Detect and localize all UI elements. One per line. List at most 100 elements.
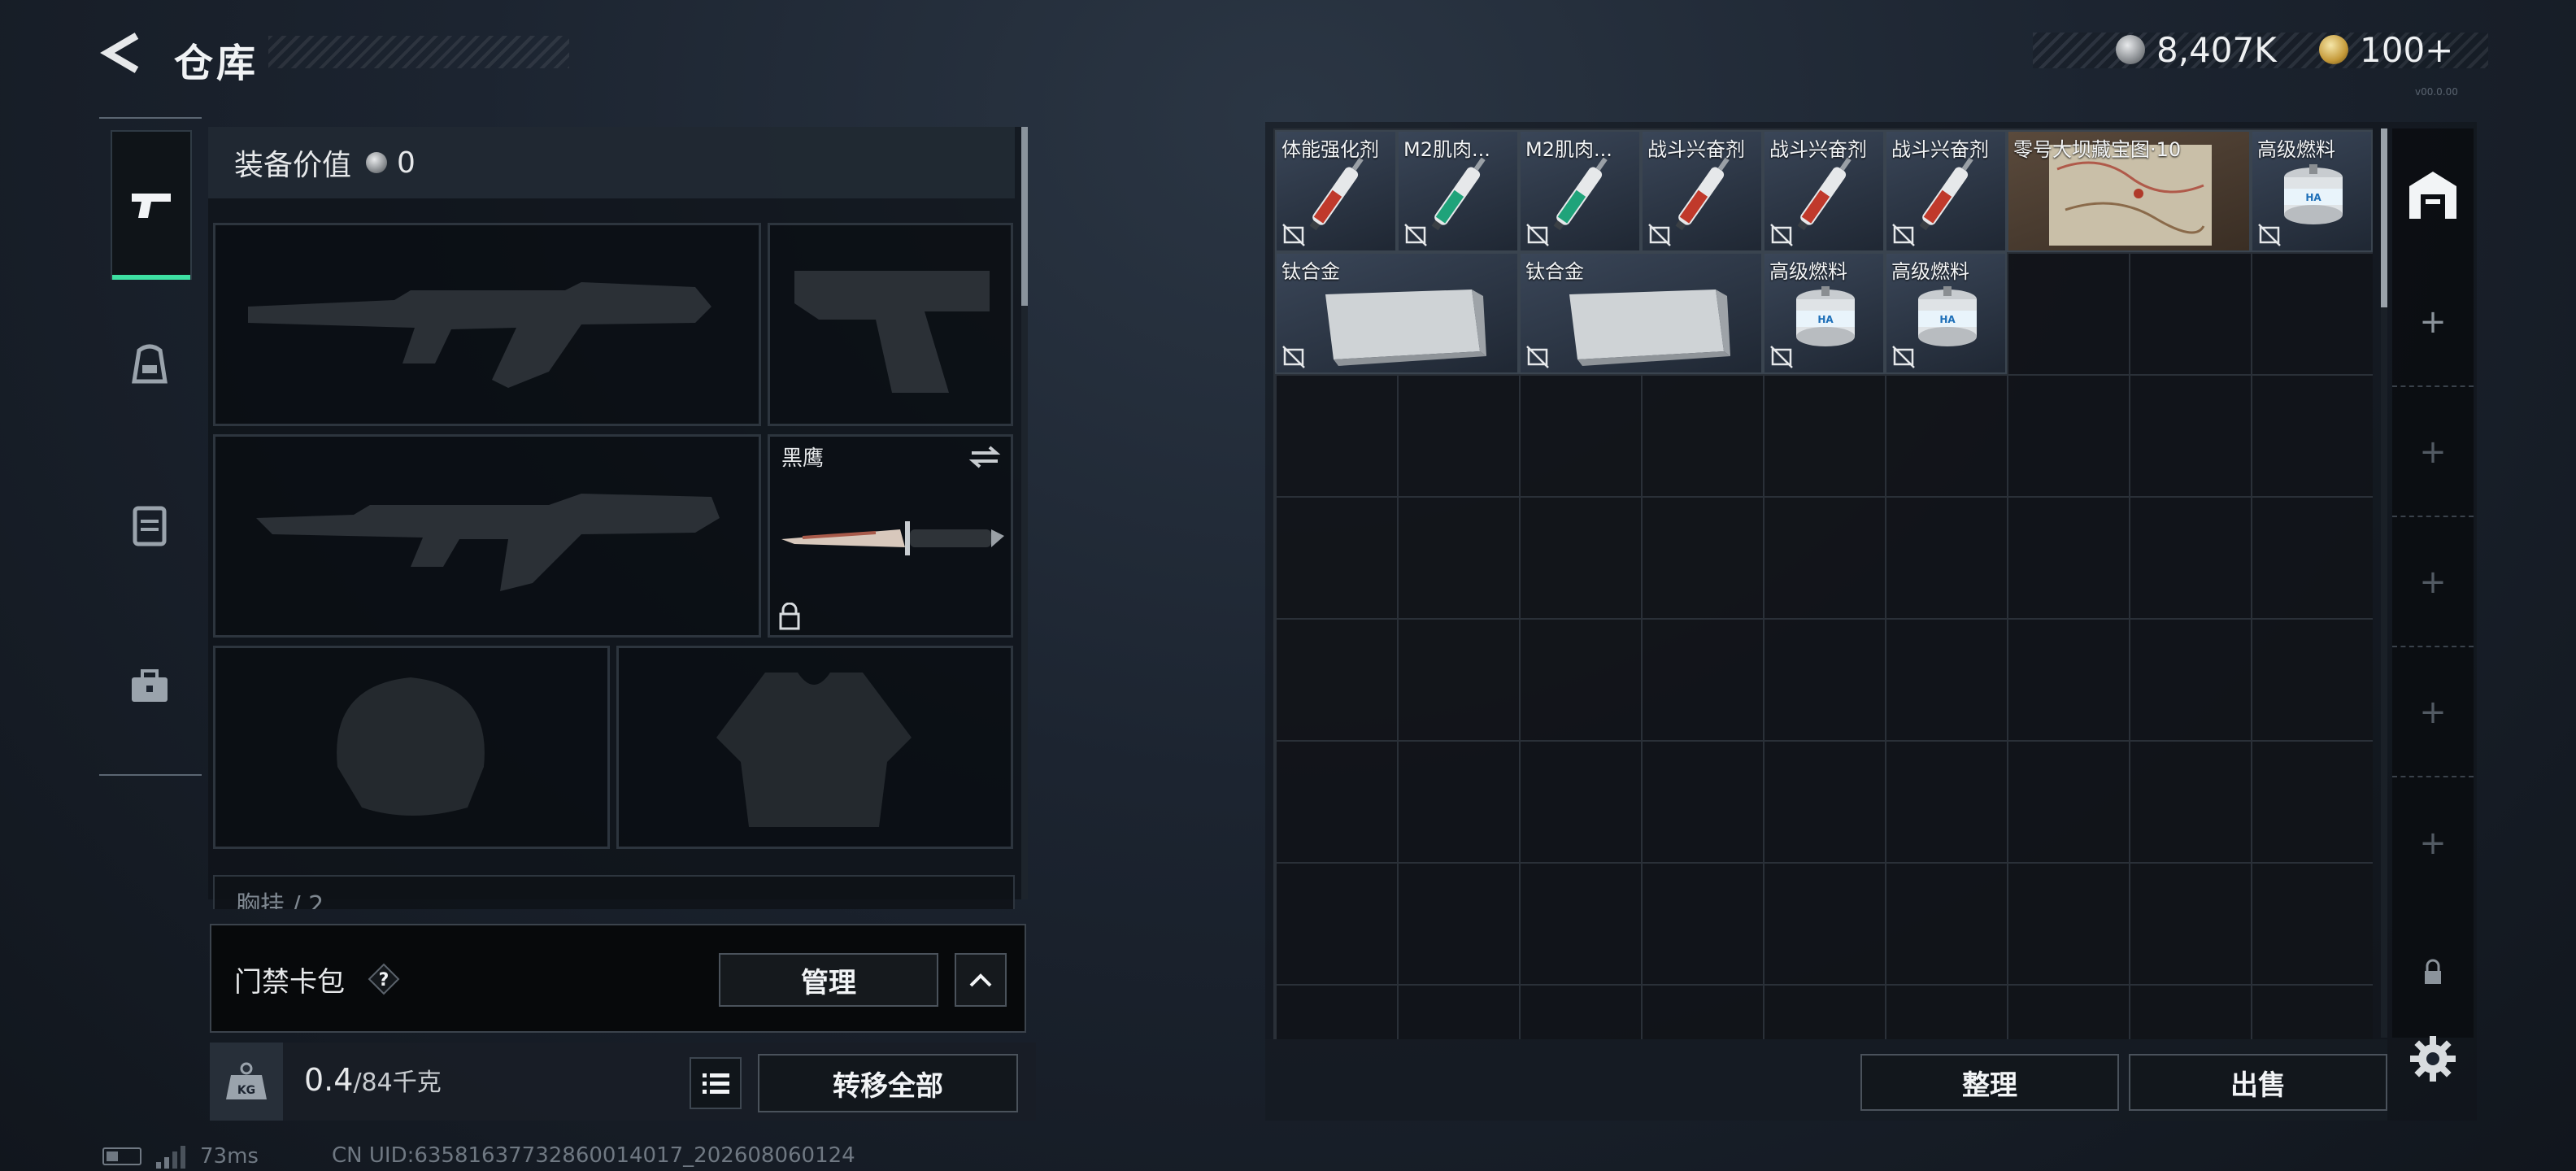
currency-gold-value: 100+ bbox=[2360, 29, 2454, 70]
uid-label: CN UID:63581637732860014017_202608060124 bbox=[332, 1143, 855, 1168]
sort-button[interactable]: 整理 bbox=[1860, 1054, 2119, 1111]
tab-backpack[interactable] bbox=[111, 291, 189, 437]
svg-text:HA: HA bbox=[1939, 314, 1956, 325]
item-name: 钛合金 bbox=[1281, 260, 1340, 283]
item-name: 战斗兴奋剂 bbox=[1891, 138, 1989, 161]
warehouse-item[interactable]: 钛合金 bbox=[1519, 252, 1763, 374]
warehouse-scroll-thumb[interactable] bbox=[2381, 128, 2387, 307]
gold-coin-icon bbox=[2319, 35, 2348, 64]
primary-weapon-slot-1[interactable] bbox=[213, 223, 761, 426]
non-tradable-icon bbox=[1282, 346, 1305, 368]
ping-label: 73ms bbox=[200, 1144, 259, 1169]
page-title: 仓库 bbox=[174, 41, 259, 86]
warehouse-item[interactable]: HA 高级燃料 bbox=[2251, 130, 2373, 252]
non-tradable-icon bbox=[1648, 224, 1671, 246]
collapse-button[interactable] bbox=[955, 953, 1007, 1007]
armor-silhouette-icon bbox=[716, 673, 912, 827]
non-tradable-icon bbox=[1770, 224, 1793, 246]
weight-max: /84千克 bbox=[353, 1069, 442, 1097]
item-name: M2肌肉... bbox=[1525, 138, 1612, 161]
warehouse-item[interactable]: M2肌肉... bbox=[1519, 130, 1641, 252]
currency-silver[interactable]: 8,407K bbox=[2116, 29, 2277, 70]
melee-item-name: 黑鹰 bbox=[781, 446, 825, 471]
warehouse-page-add-2[interactable]: + bbox=[2392, 389, 2474, 517]
knife-icon bbox=[781, 521, 1004, 555]
warehouse-page-add-3[interactable]: + bbox=[2392, 519, 2474, 647]
fuel-can-icon: HA bbox=[1796, 286, 1855, 346]
warehouse-home-icon bbox=[2409, 172, 2456, 219]
help-icon[interactable]: ? bbox=[368, 963, 400, 995]
warehouse-item[interactable]: HA 高级燃料 bbox=[1885, 252, 2007, 374]
warehouse-item[interactable]: 战斗兴奋剂 bbox=[1763, 130, 1885, 252]
status-bar: 73ms bbox=[102, 1142, 259, 1171]
back-arrow-icon[interactable] bbox=[98, 33, 146, 73]
equipment-value-label: 装备价值 bbox=[234, 149, 352, 182]
weight-current: 0.4 bbox=[304, 1062, 354, 1098]
warehouse-item[interactable]: 战斗兴奋剂 bbox=[1641, 130, 1763, 252]
plus-icon: + bbox=[2419, 433, 2447, 471]
warehouse-item[interactable]: 钛合金 bbox=[1275, 252, 1519, 374]
item-name: 高级燃料 bbox=[1891, 260, 1969, 283]
warehouse-page-add-1[interactable]: + bbox=[2392, 259, 2474, 387]
titanium-ingot-icon bbox=[1569, 289, 1730, 366]
gear-icon[interactable] bbox=[2407, 1033, 2459, 1085]
svg-text:HA: HA bbox=[2305, 192, 2321, 203]
non-tradable-icon bbox=[1404, 224, 1427, 246]
warehouse-grid[interactable]: 体能强化剂 M2肌肉... M2肌肉... 战斗兴奋剂 战斗兴奋剂 战斗兴奋剂 零号大坝藏宝… bbox=[1273, 128, 2373, 1039]
pistol-slot[interactable] bbox=[768, 223, 1013, 426]
item-name: 战斗兴奋剂 bbox=[1769, 138, 1867, 161]
armor-slot[interactable] bbox=[616, 646, 1013, 849]
currency-gold[interactable]: 100+ bbox=[2319, 29, 2453, 70]
non-tradable-icon bbox=[1282, 224, 1305, 246]
plus-icon: + bbox=[2419, 564, 2447, 601]
warehouse-page-add-4[interactable]: + bbox=[2392, 649, 2474, 777]
warehouse-item[interactable]: 体能强化剂 bbox=[1275, 130, 1397, 252]
list-view-button[interactable] bbox=[690, 1057, 742, 1109]
tab-case[interactable] bbox=[111, 613, 189, 760]
warehouse-item[interactable]: 战斗兴奋剂 bbox=[1885, 130, 2007, 252]
helmet-slot[interactable] bbox=[213, 646, 610, 849]
warehouse-page-main[interactable] bbox=[2392, 138, 2474, 252]
chest-rig-label: 胸挂 / 2 bbox=[236, 891, 324, 909]
transfer-all-button[interactable]: 转移全部 bbox=[758, 1054, 1018, 1112]
silver-coin-icon bbox=[366, 152, 388, 173]
backpack-icon bbox=[132, 344, 168, 384]
warehouse-item[interactable]: 零号大坝藏宝图·10 bbox=[2007, 130, 2251, 252]
manage-button[interactable]: 管理 bbox=[719, 953, 938, 1007]
tab-vest[interactable] bbox=[111, 452, 189, 599]
equipment-value-header: 装备价值 0 bbox=[208, 127, 1015, 198]
pistol-silhouette-icon bbox=[794, 271, 990, 393]
chest-rig-slot[interactable]: 胸挂 / 2 bbox=[213, 875, 1015, 909]
weight-icon-box: KG bbox=[210, 1043, 283, 1121]
lock-icon bbox=[2425, 959, 2441, 984]
version-label: v00.0.00 bbox=[2415, 86, 2458, 98]
non-tradable-icon bbox=[1892, 224, 1915, 246]
sell-button[interactable]: 出售 bbox=[2129, 1054, 2387, 1111]
item-name: 战斗兴奋剂 bbox=[1647, 138, 1745, 161]
signal-icon bbox=[156, 1146, 185, 1169]
warehouse-item[interactable]: HA 高级燃料 bbox=[1763, 252, 1885, 374]
non-tradable-icon bbox=[1770, 346, 1793, 368]
non-tradable-icon bbox=[1526, 224, 1549, 246]
tab-weapons[interactable] bbox=[111, 130, 192, 280]
swap-icon[interactable] bbox=[968, 445, 1001, 469]
non-tradable-icon bbox=[1892, 346, 1915, 368]
primary-weapon-slot-2[interactable] bbox=[213, 434, 761, 638]
melee-slot[interactable]: 黑鹰 bbox=[768, 434, 1013, 638]
fuel-can-icon: HA bbox=[1918, 286, 1977, 346]
silver-coin-icon bbox=[2116, 35, 2145, 64]
helmet-silhouette-icon bbox=[337, 677, 485, 816]
weight-icon: KG bbox=[226, 1062, 267, 1099]
non-tradable-icon bbox=[2258, 224, 2281, 246]
warehouse-item[interactable]: M2肌肉... bbox=[1397, 130, 1519, 252]
title-stripe bbox=[268, 36, 569, 68]
svg-text:HA: HA bbox=[1817, 314, 1834, 325]
item-name: M2肌肉... bbox=[1403, 138, 1490, 161]
plus-icon: + bbox=[2419, 694, 2447, 731]
currency-silver-value: 8,407K bbox=[2156, 29, 2277, 70]
non-tradable-icon bbox=[1526, 346, 1549, 368]
help-glyph: ? bbox=[379, 970, 389, 990]
item-name: 零号大坝藏宝图·10 bbox=[2013, 138, 2182, 161]
warehouse-page-add-5[interactable]: + bbox=[2392, 779, 2474, 908]
equipment-scroll-thumb[interactable] bbox=[1021, 127, 1028, 306]
